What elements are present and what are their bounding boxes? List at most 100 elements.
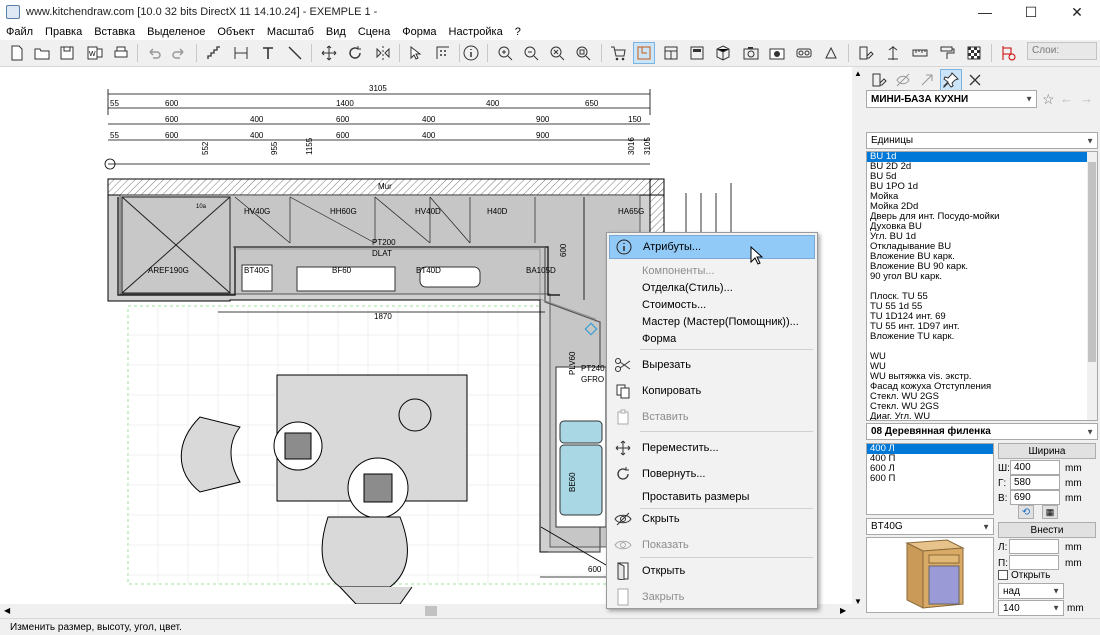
depth-field[interactable]: 580 <box>1010 475 1060 490</box>
width-list[interactable]: 400 Л 400 П 600 Л 600 П <box>866 443 994 515</box>
info-icon[interactable] <box>460 42 482 64</box>
height-field[interactable]: 690 <box>1010 490 1060 505</box>
catalog-edit-icon[interactable] <box>868 69 890 91</box>
pin-icon[interactable] <box>940 69 962 91</box>
vertical-scrollbar[interactable]: ▲ ▼ <box>852 67 864 618</box>
favorite-star-icon[interactable]: ☆ <box>1042 91 1055 108</box>
paint-roller-icon[interactable] <box>936 42 958 64</box>
stairs-icon[interactable] <box>203 42 225 64</box>
menu-scale[interactable]: Масштаб <box>261 26 320 38</box>
menu-file[interactable]: Файл <box>0 26 39 38</box>
plan-view-icon[interactable] <box>633 42 655 64</box>
list-scrollbar[interactable] <box>1087 152 1097 420</box>
menu-form[interactable]: Форма <box>396 26 442 38</box>
cursor-edit-icon[interactable] <box>405 42 427 64</box>
layer-tool-icon[interactable] <box>997 42 1019 64</box>
menu-selection[interactable]: Выделеное <box>141 26 211 38</box>
finish-select[interactable]: 08 Деревянная филенка ▼ <box>866 423 1098 440</box>
menu-insert[interactable]: Вставка <box>88 26 141 38</box>
elevation-view-icon[interactable] <box>660 42 682 64</box>
layer-select[interactable]: Слои: <box>1027 42 1097 60</box>
ctx-copy[interactable]: Копировать <box>609 379 815 403</box>
scroll-thumb[interactable] <box>425 606 437 616</box>
list-item[interactable]: BU 2D 2d <box>867 162 1097 172</box>
category-select[interactable]: Единицы ▼ <box>866 132 1098 149</box>
open-checkbox[interactable] <box>998 570 1008 580</box>
vr-goggles-icon[interactable] <box>793 42 815 64</box>
move-tool-icon[interactable] <box>318 42 340 64</box>
list-item[interactable] <box>867 342 1097 352</box>
menu-help[interactable]: ? <box>509 26 527 38</box>
catalog-select[interactable]: МИНИ-БАЗА КУХНИ ▼ <box>866 90 1037 108</box>
list-scroll-thumb[interactable] <box>1088 162 1096 362</box>
list-item[interactable]: 600 П <box>867 474 993 484</box>
camera-icon[interactable] <box>740 42 762 64</box>
save-icon[interactable] <box>56 42 78 64</box>
arrow-up-right-icon[interactable] <box>916 69 938 91</box>
ctx-hide[interactable]: Скрыть <box>609 507 815 531</box>
hide-catalog-icon[interactable] <box>892 69 914 91</box>
ctx-show[interactable]: Показать <box>609 533 815 557</box>
width-button[interactable]: Ширина <box>998 443 1096 459</box>
scroll-left-icon[interactable]: ◀ <box>4 606 10 615</box>
ctx-paste[interactable]: Вставить <box>609 405 815 429</box>
save-dimensions-icon[interactable]: ▦ <box>1042 505 1058 519</box>
menu-settings[interactable]: Настройка <box>443 26 509 38</box>
ctx-attributes[interactable]: Атрибуты... <box>609 235 815 259</box>
position-select[interactable]: над ▼ <box>998 583 1064 599</box>
word-export-icon[interactable]: W <box>84 42 106 64</box>
text-tool-icon[interactable] <box>257 42 279 64</box>
render-camera-icon[interactable] <box>766 42 788 64</box>
wall-elevation-icon[interactable] <box>686 42 708 64</box>
cart-icon[interactable] <box>607 42 629 64</box>
list-item[interactable]: Вложение TU карк. <box>867 332 1097 342</box>
maximize-button[interactable]: ☐ <box>1008 0 1054 24</box>
menu-view[interactable]: Вид <box>320 26 352 38</box>
open-folder-icon[interactable] <box>31 42 53 64</box>
ctx-rotate[interactable]: Повернуть... <box>609 462 815 486</box>
scroll-right-icon[interactable]: ▶ <box>840 606 846 615</box>
new-file-icon[interactable] <box>6 42 28 64</box>
catalog-edit-icon[interactable] <box>855 42 877 64</box>
walk-through-icon[interactable] <box>820 42 842 64</box>
scroll-down-icon[interactable]: ▼ <box>854 597 862 606</box>
redo-icon[interactable] <box>168 42 190 64</box>
line-tool-icon[interactable] <box>284 42 306 64</box>
list-item[interactable]: Диаг. Угл. WU <box>867 412 1097 421</box>
dimension-icon[interactable] <box>230 42 252 64</box>
grid-dots-icon[interactable] <box>432 42 454 64</box>
insert-button[interactable]: Внести <box>998 522 1096 538</box>
3d-box-icon[interactable] <box>712 42 734 64</box>
list-item[interactable]: BU 1PO 1d <box>867 182 1097 192</box>
menu-edit[interactable]: Правка <box>39 26 88 38</box>
minimize-button[interactable]: — <box>962 0 1008 24</box>
zoom-window-icon[interactable] <box>572 42 594 64</box>
width-field[interactable]: 400 <box>1010 460 1060 475</box>
ctx-shape[interactable]: Форма <box>609 327 815 351</box>
ctx-open[interactable]: Открыть <box>609 559 815 583</box>
model-select[interactable]: BT40G ▼ <box>866 518 994 535</box>
back-arrow-icon[interactable]: ← <box>1060 91 1073 106</box>
undo-icon[interactable] <box>143 42 165 64</box>
menu-scene[interactable]: Сцена <box>352 26 396 38</box>
ctx-move[interactable]: Переместить... <box>609 436 815 460</box>
close-panel-icon[interactable] <box>964 69 986 91</box>
left-field[interactable] <box>1009 539 1059 554</box>
zoom-in-icon[interactable] <box>494 42 516 64</box>
ctx-cut[interactable]: Вырезать <box>609 353 815 377</box>
position-value-select[interactable]: 140 ▼ <box>998 600 1064 616</box>
texture-checker-icon[interactable] <box>963 42 985 64</box>
forward-arrow-icon[interactable]: → <box>1080 91 1093 106</box>
right-field[interactable] <box>1009 555 1059 570</box>
scroll-up-icon[interactable]: ▲ <box>854 69 862 78</box>
list-item[interactable]: 90 угол BU карк. <box>867 272 1097 282</box>
close-window-button[interactable]: ✕ <box>1054 0 1100 24</box>
ctx-close[interactable]: Закрыть <box>609 585 815 609</box>
mirror-tool-icon[interactable] <box>372 42 394 64</box>
print-icon[interactable] <box>110 42 132 64</box>
zoom-out-icon[interactable] <box>520 42 542 64</box>
ctx-dimensions[interactable]: Проставить размеры <box>609 485 815 509</box>
zoom-fit-icon[interactable] <box>546 42 568 64</box>
ruler-level-icon[interactable] <box>882 42 904 64</box>
list-item[interactable]: WU <box>867 352 1097 362</box>
